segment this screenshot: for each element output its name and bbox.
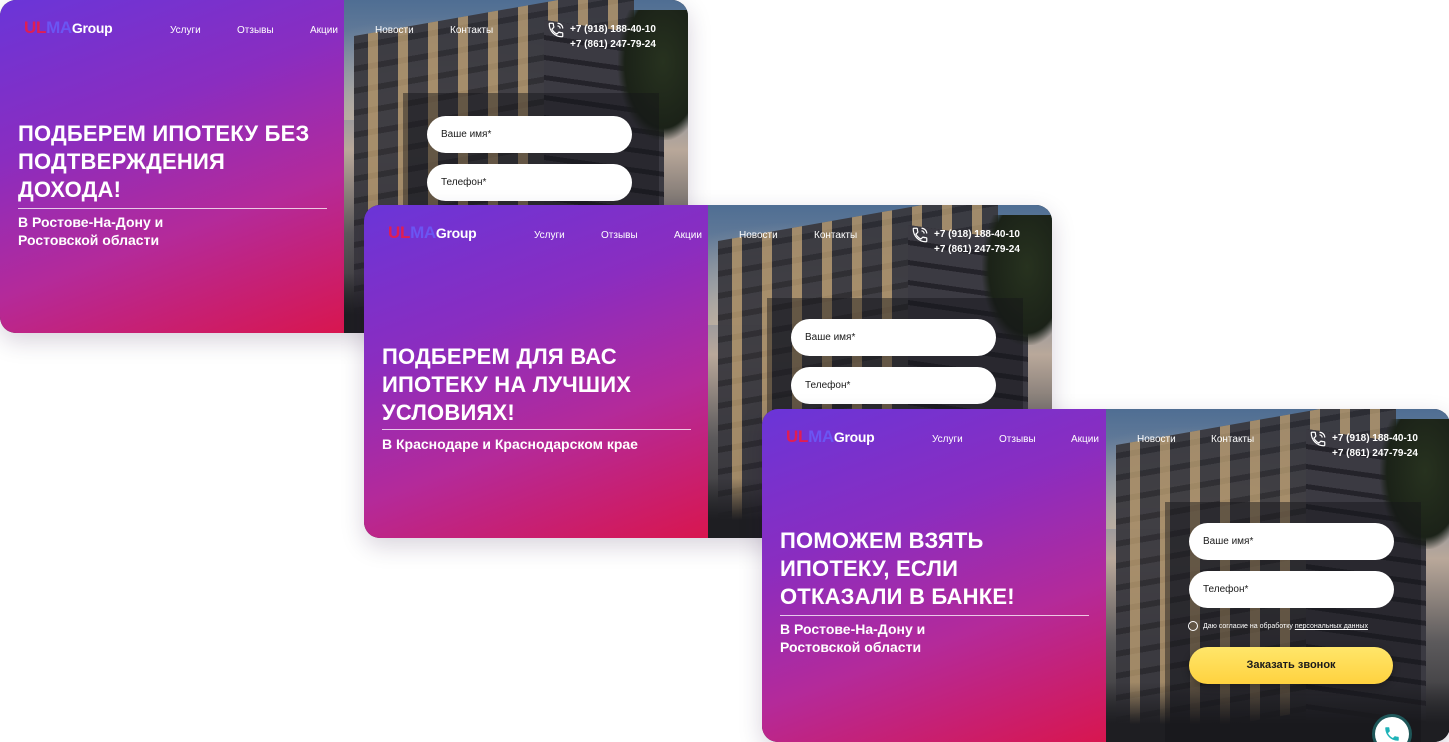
privacy-link[interactable]: персональных данных [1295, 623, 1368, 630]
phone-numbers: +7 (918) 188-40-10 +7 (861) 247-79-24 [570, 22, 656, 52]
nav-item-promos[interactable]: Акции [310, 25, 338, 36]
hero-headline: ПОМОЖЕМ ВЗЯТЬ ИПОТЕКУ, ЕСЛИ ОТКАЗАЛИ В Б… [780, 528, 1015, 609]
consent-row[interactable]: Даю согласие на обработку персональных д… [1188, 621, 1368, 631]
nav-item-promos[interactable]: Акции [1071, 434, 1099, 445]
nav-item-contacts[interactable]: Контакты [1211, 434, 1254, 445]
logo[interactable]: ULMAGroup [388, 223, 477, 243]
checkbox-icon[interactable] [1188, 621, 1198, 631]
phone-number-2[interactable]: +7 (861) 247-79-24 [934, 242, 1020, 257]
hero-headline: ПОДБЕРЕМ ДЛЯ ВАС ИПОТЕКУ НА ЛУЧШИХ УСЛОВ… [382, 344, 632, 425]
nav-item-services[interactable]: Услуги [534, 230, 565, 241]
logo[interactable]: ULMAGroup [786, 427, 875, 447]
request-call-button[interactable]: Заказать звонок [1189, 647, 1393, 684]
phone-field[interactable]: Телефон* [791, 367, 996, 404]
logo[interactable]: ULMAGroup [24, 18, 113, 38]
hero-subline: В Ростове-На-Дону и Ростовской области [18, 214, 164, 248]
phone-number-1[interactable]: +7 (918) 188-40-10 [570, 22, 656, 37]
hero-headline: ПОДБЕРЕМ ИПОТЕКУ БЕЗ ПОДТВЕРЖДЕНИЯ ДОХОД… [18, 121, 310, 202]
name-field[interactable]: Ваше имя* [427, 116, 632, 153]
phone-number-2[interactable]: +7 (861) 247-79-24 [1332, 446, 1418, 461]
nav-item-reviews[interactable]: Отзывы [601, 230, 638, 241]
nav-item-contacts[interactable]: Контакты [814, 230, 857, 241]
divider [780, 615, 1089, 616]
hero-subline: В Краснодаре и Краснодарском крае [382, 436, 638, 452]
divider [382, 429, 691, 430]
phone-icon [912, 227, 928, 243]
nav-item-news[interactable]: Новости [739, 230, 778, 241]
nav-item-reviews[interactable]: Отзывы [237, 25, 274, 36]
phone-field[interactable]: Телефон* [427, 164, 632, 201]
hero-subline: В Ростове-На-Дону и Ростовской области [780, 621, 926, 655]
nav-item-news[interactable]: Новости [375, 25, 414, 36]
phone-number-2[interactable]: +7 (861) 247-79-24 [570, 37, 656, 52]
phone-numbers: +7 (918) 188-40-10 +7 (861) 247-79-24 [1332, 431, 1418, 461]
divider [18, 208, 327, 209]
phone-number-1[interactable]: +7 (918) 188-40-10 [1332, 431, 1418, 446]
name-field[interactable]: Ваше имя* [791, 319, 996, 356]
phone-icon [1385, 727, 1399, 741]
phone-icon [548, 22, 564, 38]
nav-item-promos[interactable]: Акции [674, 230, 702, 241]
phone-icon [1310, 431, 1326, 447]
landing-card-3: ULMAGroup Услуги Отзывы Акции Новости Ко… [762, 409, 1449, 742]
phone-field[interactable]: Телефон* [1189, 571, 1394, 608]
nav-item-contacts[interactable]: Контакты [450, 25, 493, 36]
nav-item-services[interactable]: Услуги [170, 25, 201, 36]
nav-item-reviews[interactable]: Отзывы [999, 434, 1036, 445]
name-field[interactable]: Ваше имя* [1189, 523, 1394, 560]
nav-item-news[interactable]: Новости [1137, 434, 1176, 445]
consent-text: Даю согласие на обработку [1202, 622, 1293, 630]
phone-number-1[interactable]: +7 (918) 188-40-10 [934, 227, 1020, 242]
phone-numbers: +7 (918) 188-40-10 +7 (861) 247-79-24 [934, 227, 1020, 257]
nav-item-services[interactable]: Услуги [932, 434, 963, 445]
